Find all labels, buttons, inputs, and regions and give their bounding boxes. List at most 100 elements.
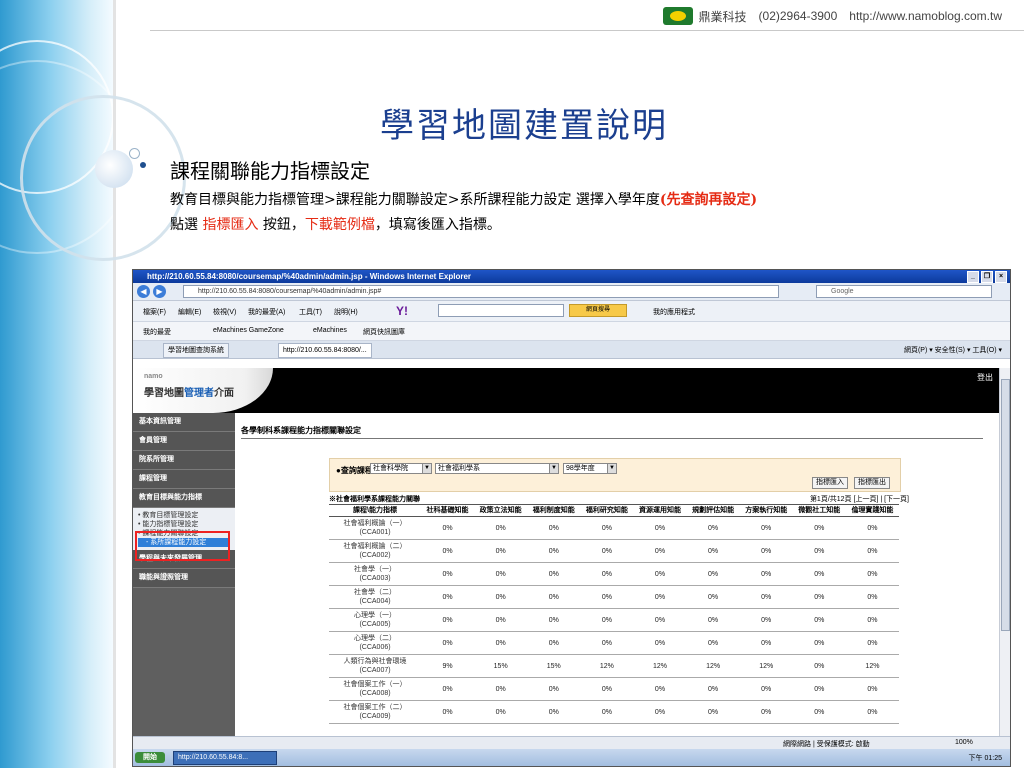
ability-percent-cell: 0% bbox=[474, 631, 528, 655]
course-code: (CCA005) bbox=[359, 621, 391, 628]
tab-admin[interactable]: http://210.60.55.84:8080/... bbox=[278, 343, 372, 358]
main-content: 各學制科系課程能力指標關聯設定 ●查詢課程 社會科學院 ▼ 社會福利學系 ▼ 98學… bbox=[241, 425, 983, 724]
ability-table: 課程\能力指標 社科基礎知能 政策立法知能 福利制度知能 福利研究知能 資源運用知能 規劃評… bbox=[329, 504, 899, 724]
pager[interactable]: 第1頁/共12頁 [上一頁] | [下一頁] bbox=[810, 494, 909, 504]
menu-favorites[interactable]: 我的最愛(A) bbox=[248, 307, 285, 317]
favorites-bar: 我的最愛 eMachines GameZone eMachines 網頁快訊圖庫 bbox=[133, 322, 1010, 341]
fav-webslice[interactable]: 網頁快訊圖庫 bbox=[363, 327, 405, 337]
course-name: 社會學（二） bbox=[354, 589, 396, 596]
export-button[interactable]: 指標匯出 bbox=[854, 477, 890, 489]
ability-percent-cell: 0% bbox=[421, 539, 475, 563]
fav-gamezone[interactable]: eMachines GameZone bbox=[213, 327, 284, 334]
ability-percent-cell: 12% bbox=[845, 654, 899, 678]
sidebar-item-basic[interactable]: 基本資訊管理 bbox=[133, 413, 235, 432]
menu-tools[interactable]: 工具(T) bbox=[299, 307, 322, 317]
ability-percent-cell: 0% bbox=[686, 700, 740, 724]
ability-percent-cell: 12% bbox=[580, 654, 634, 678]
yahoo-search-input[interactable] bbox=[438, 304, 564, 317]
ability-percent-cell: 0% bbox=[527, 562, 581, 586]
ability-percent-cell: 0% bbox=[633, 700, 687, 724]
sub-item-objectives[interactable]: • 教育目標管理設定 bbox=[138, 511, 230, 520]
ability-percent-cell: 0% bbox=[739, 539, 793, 563]
taskbar-ie-button[interactable]: http://210.60.55.84:8... bbox=[173, 751, 277, 765]
sidebar-item-certs[interactable]: 職能與證照管理 bbox=[133, 569, 235, 588]
menu-file[interactable]: 檔案(F) bbox=[143, 307, 166, 317]
start-button[interactable]: 開始 bbox=[135, 752, 165, 763]
zoom-level[interactable]: 100% bbox=[955, 739, 973, 746]
minimize-icon[interactable]: _ bbox=[967, 271, 979, 283]
tab-learning-map[interactable]: 學習地圖查詢系統 bbox=[163, 343, 229, 358]
decor-bubble bbox=[95, 150, 133, 188]
college-value: 社會科學院 bbox=[373, 465, 408, 472]
query-label: ●查詢課程 bbox=[336, 466, 373, 475]
course-name: 心理學（一） bbox=[354, 612, 396, 619]
restore-icon[interactable]: ❐ bbox=[981, 271, 993, 283]
ability-percent-cell: 0% bbox=[792, 700, 846, 724]
import-button[interactable]: 指標匯入 bbox=[812, 477, 848, 489]
sidebar-item-courses[interactable]: 課程管理 bbox=[133, 470, 235, 489]
window-buttons: _ ❐ × bbox=[967, 271, 1007, 283]
scroll-thumb[interactable] bbox=[1001, 379, 1010, 631]
ability-percent-cell: 15% bbox=[474, 654, 528, 678]
bullet-icon bbox=[140, 162, 146, 168]
address-input[interactable]: http://210.60.55.84:8080/coursemap/%40ad… bbox=[183, 285, 779, 298]
chevron-down-icon: ▼ bbox=[607, 464, 616, 473]
logout-link[interactable]: 登出 bbox=[977, 372, 993, 383]
company-logo-icon bbox=[662, 7, 693, 25]
search-input[interactable]: Google bbox=[816, 285, 992, 298]
ability-percent-cell: 0% bbox=[686, 631, 740, 655]
page-scrollbar[interactable] bbox=[999, 368, 1010, 740]
forward-icon[interactable]: ▶ bbox=[153, 285, 166, 298]
header-line bbox=[150, 30, 1024, 31]
sub-item-indicators[interactable]: • 能力指標管理設定 bbox=[138, 520, 230, 529]
ability-percent-cell: 0% bbox=[633, 539, 687, 563]
ability-percent-cell: 0% bbox=[580, 539, 634, 563]
ability-percent-cell: 0% bbox=[421, 700, 475, 724]
ability-percent-cell: 0% bbox=[792, 562, 846, 586]
favorites-star[interactable]: 我的最愛 bbox=[143, 327, 171, 337]
ability-percent-cell: 0% bbox=[739, 677, 793, 701]
ability-percent-cell: 0% bbox=[421, 608, 475, 632]
app-logo: namo 學習地圖管理者介面 bbox=[133, 368, 273, 413]
ability-percent-cell: 0% bbox=[792, 654, 846, 678]
course-name: 社會個案工作（二） bbox=[343, 704, 407, 711]
menu-edit[interactable]: 編輯(E) bbox=[178, 307, 201, 317]
table-header-row: 課程\能力指標 社科基礎知能 政策立法知能 福利制度知能 福利研究知能 資源運用知能 規劃評… bbox=[329, 504, 899, 517]
column-header-ability: 福利研究知能 bbox=[580, 504, 634, 517]
ability-percent-cell: 9% bbox=[421, 654, 475, 678]
menu-view[interactable]: 檢視(V) bbox=[213, 307, 236, 317]
ability-percent-cell: 0% bbox=[686, 539, 740, 563]
college-select[interactable]: 社會科學院 ▼ bbox=[370, 463, 432, 474]
yahoo-search-button[interactable]: 網頁搜尋 bbox=[569, 304, 627, 317]
column-header-ability: 政策立法知能 bbox=[474, 504, 528, 517]
back-icon[interactable]: ◀ bbox=[137, 285, 150, 298]
ability-percent-cell: 0% bbox=[739, 631, 793, 655]
fav-emachines[interactable]: eMachines bbox=[313, 327, 347, 334]
ability-percent-cell: 0% bbox=[845, 516, 899, 540]
department-select[interactable]: 社會福利學系 ▼ bbox=[435, 463, 559, 474]
ability-percent-cell: 0% bbox=[580, 516, 634, 540]
ability-percent-cell: 12% bbox=[739, 654, 793, 678]
ability-percent-cell: 12% bbox=[633, 654, 687, 678]
year-select[interactable]: 98學年度 ▼ bbox=[563, 463, 617, 474]
yahoo-logo-icon[interactable]: Y! bbox=[396, 304, 408, 318]
ability-percent-cell: 0% bbox=[792, 677, 846, 701]
tools-menu[interactable]: 網頁(P) ▾ 安全性(S) ▾ 工具(O) ▾ bbox=[904, 345, 1002, 355]
ability-percent-cell: 0% bbox=[739, 516, 793, 540]
instr-text-e: ，填寫後匯入指標。 bbox=[374, 217, 501, 233]
brand-name: 學習地圖管理者介面 bbox=[144, 384, 234, 399]
ability-percent-cell: 0% bbox=[686, 677, 740, 701]
content-title: 各學制科系課程能力指標關聯設定 bbox=[241, 425, 983, 439]
ability-percent-cell: 0% bbox=[845, 677, 899, 701]
close-icon[interactable]: × bbox=[995, 271, 1007, 283]
sidebar-item-departments[interactable]: 院系所管理 bbox=[133, 451, 235, 470]
ability-percent-cell: 0% bbox=[845, 608, 899, 632]
menu-help[interactable]: 說明(H) bbox=[334, 307, 358, 317]
status-bar: 網際網路 | 受保護模式: 啟動 100% bbox=[133, 736, 1010, 749]
sidebar-item-members[interactable]: 會員管理 bbox=[133, 432, 235, 451]
company-brand: 鼎業科技 (02)2964-3900 http://www.namoblog.c… bbox=[662, 7, 1008, 25]
sidebar-item-objectives[interactable]: 教育目標與能力指標 bbox=[133, 489, 235, 508]
course-cell: 社會個案工作（一） (CCA008) bbox=[329, 677, 421, 701]
course-name: 社會福利概論（一） bbox=[343, 520, 407, 527]
my-apps[interactable]: 我的應用程式 bbox=[653, 307, 695, 317]
